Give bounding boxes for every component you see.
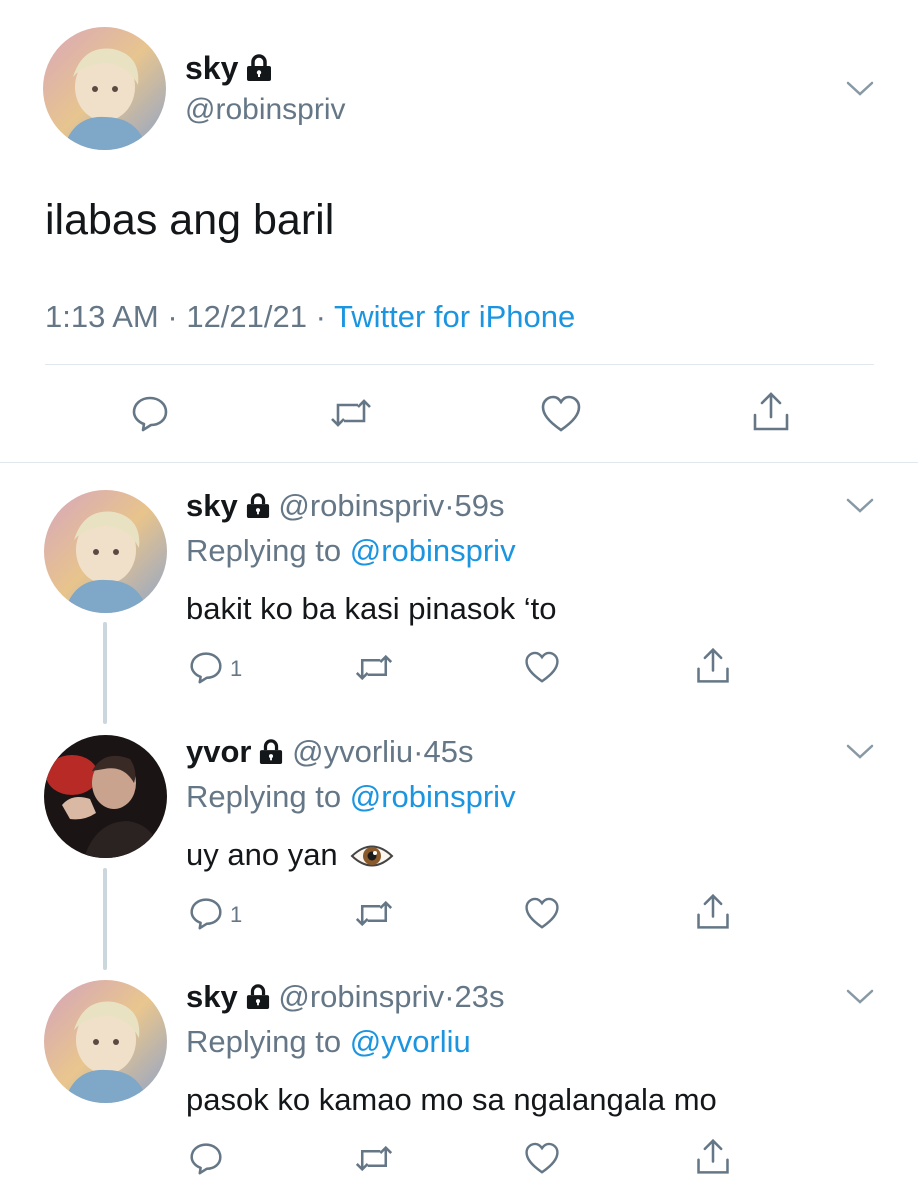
thread-line [103,868,107,970]
share-icon[interactable] [694,1138,732,1176]
reply-icon[interactable] [131,394,169,432]
main-handle[interactable]: @robinspriv [185,92,346,128]
tweet-date: 12/21/21 [186,299,307,334]
dot-separator: · [444,979,455,1014]
heart-icon[interactable] [524,651,560,684]
dot-separator: · [413,734,424,769]
reply-age[interactable]: 45s [424,734,474,769]
reply-count: 1 [230,902,243,927]
retweet-icon[interactable] [355,1144,393,1173]
retweet-icon[interactable] [355,899,393,928]
tweet-source-link[interactable]: Twitter for iPhone [334,299,575,334]
reply-handle[interactable]: @robinspriv [278,979,444,1014]
reply-handle[interactable]: @yvorliu [292,734,413,769]
heart-icon[interactable] [524,897,560,930]
heart-icon[interactable] [524,1142,560,1175]
reply-header: yvor @yvorliu·45s [186,733,473,774]
reply-header: sky @robinspriv·59s [186,487,505,528]
reply-text-content: uy ano yan [186,837,338,872]
tweet-time: 1:13 AM [45,299,159,334]
meta-separator: · [167,299,178,334]
eye-emoji [350,841,394,880]
lock-icon [259,736,283,774]
reply-header: sky @robinspriv·23s [186,978,505,1019]
main-display-name[interactable]: sky [185,50,272,89]
reply-text: pasok ko kamao mo sa ngalangala mo [186,1082,717,1117]
dot-separator: · [444,488,455,523]
retweet-icon[interactable] [355,653,393,682]
tweet-meta: 1:13 AM · 12/21/21 · Twitter for iPhone [45,298,575,336]
reply-avatar[interactable] [44,490,167,613]
retweet-icon[interactable] [330,397,372,429]
replying-to: Replying to @robinspriv [186,778,516,816]
reply-text: uy ano yan [186,836,394,880]
divider [45,364,874,365]
reply-avatar[interactable] [44,735,167,858]
divider [0,462,918,463]
reply-text: bakit ko ba kasi pinasok ‘to [186,591,557,626]
meta-separator: · [315,299,326,334]
replying-prefix: Replying to [186,779,342,814]
share-icon[interactable] [694,647,732,685]
lock-icon [246,490,270,528]
reply-count: 1 [230,656,243,681]
reply-display-name[interactable]: sky [186,979,238,1014]
display-name-text[interactable]: sky [185,50,238,86]
replying-prefix: Replying to [186,533,342,568]
replying-to: Replying to @yvorliu [186,1023,471,1061]
reply-age[interactable]: 23s [455,979,505,1014]
reply-display-name[interactable]: sky [186,488,238,523]
replying-to-link[interactable]: @robinspriv [350,533,516,568]
thread-line [103,622,107,724]
reply-icon[interactable] [189,1141,223,1175]
reply-icon[interactable] [189,650,223,684]
replying-prefix: Replying to [186,1024,342,1059]
chevron-down-icon[interactable] [846,988,874,1006]
reply-handle[interactable]: @robinspriv [278,488,444,523]
replying-to: Replying to @robinspriv [186,532,516,570]
share-icon[interactable] [694,893,732,931]
chevron-down-icon[interactable] [846,743,874,761]
reply-icon[interactable] [189,896,223,930]
reply-age[interactable]: 59s [455,488,505,523]
replying-to-link[interactable]: @yvorliu [350,1024,471,1059]
lock-icon [246,53,272,89]
chevron-down-icon[interactable] [846,497,874,515]
share-icon[interactable] [750,391,792,433]
replying-to-link[interactable]: @robinspriv [350,779,516,814]
main-tweet-text: ilabas ang baril [45,196,335,244]
heart-icon[interactable] [540,395,582,433]
chevron-down-icon[interactable] [846,80,874,98]
lock-icon [246,981,270,1019]
main-avatar[interactable] [43,27,166,150]
reply-avatar[interactable] [44,980,167,1103]
reply-display-name[interactable]: yvor [186,734,251,769]
